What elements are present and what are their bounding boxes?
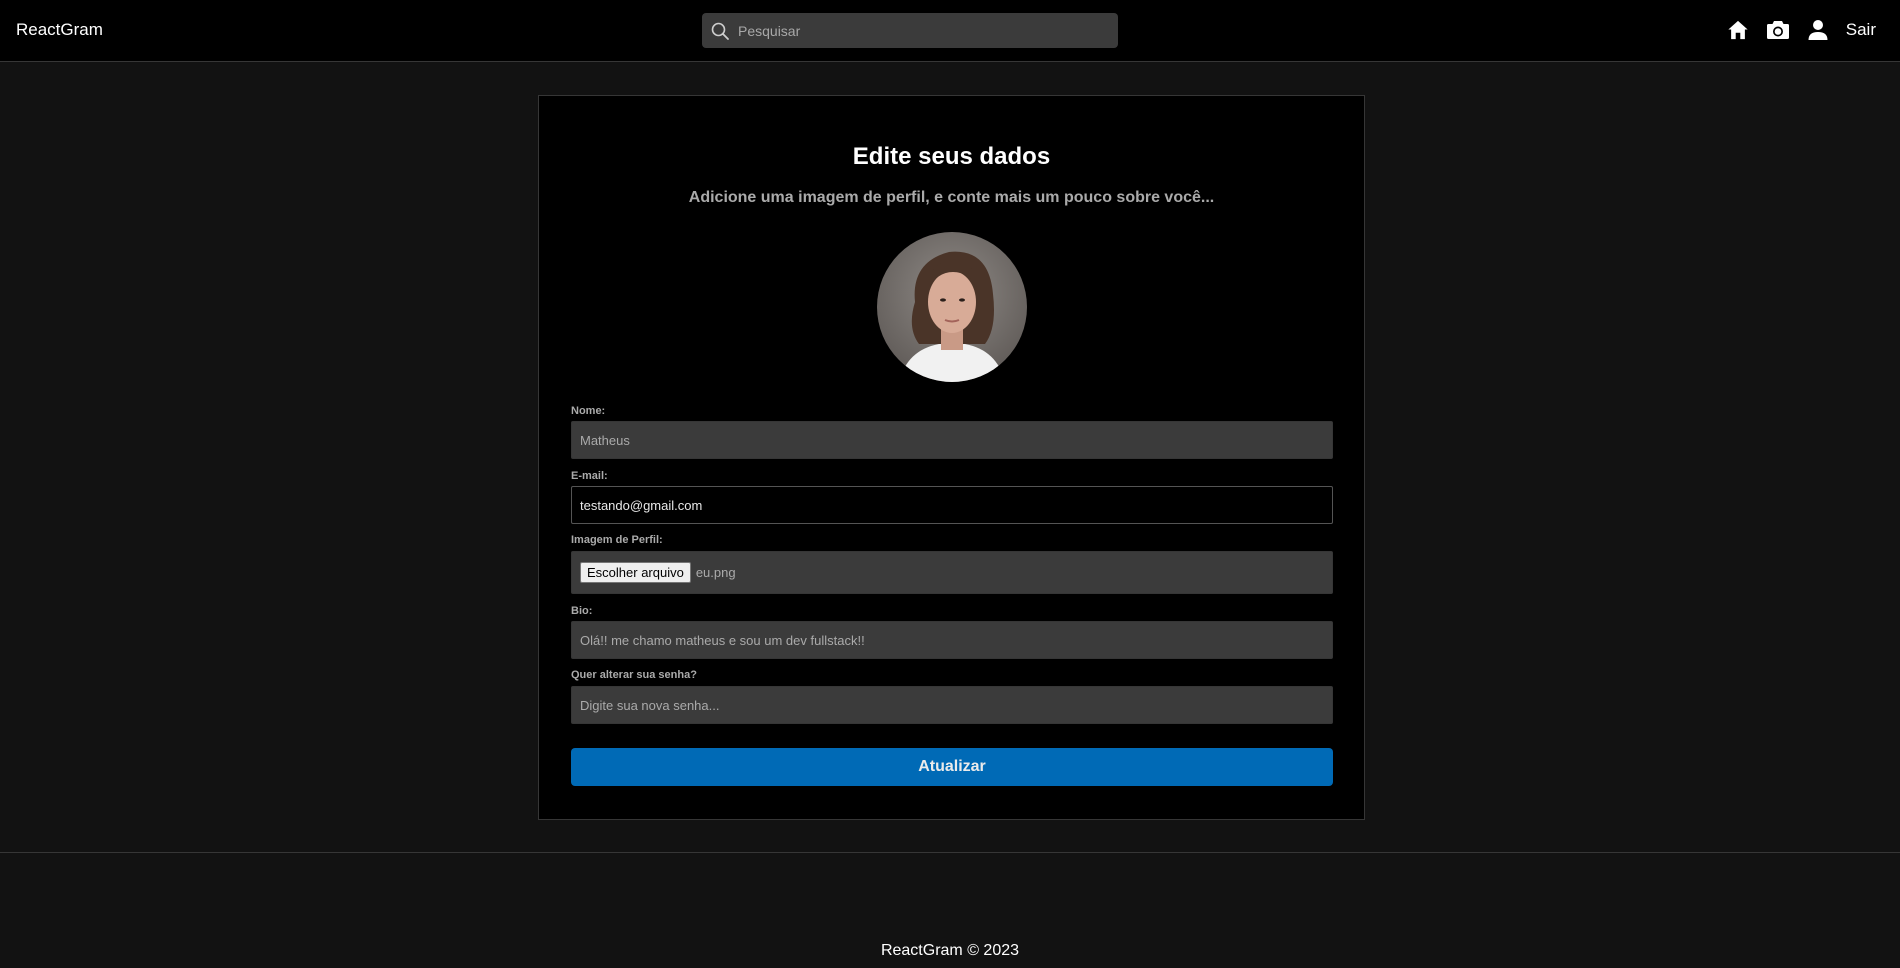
profile-image-label: Imagem de Perfil: — [571, 534, 663, 546]
name-input[interactable] — [571, 421, 1333, 459]
update-button[interactable]: Atualizar — [571, 748, 1333, 786]
user-icon[interactable] — [1806, 18, 1830, 42]
page-subtitle: Adicione uma imagem de perfil, e conte m… — [688, 189, 1215, 206]
chosen-file-name: eu.png — [695, 565, 736, 580]
email-input[interactable] — [571, 486, 1333, 524]
edit-profile-card: Edite seus dados Adicione uma imagem de … — [538, 95, 1365, 820]
camera-icon[interactable] — [1766, 18, 1790, 42]
nav-links: Sair — [1710, 18, 1876, 42]
page-title: Edite seus dados — [852, 143, 1051, 170]
bio-label: Bio: — [571, 605, 593, 617]
password-input[interactable] — [571, 686, 1333, 724]
footer-copyright: ReactGram © 2023 — [880, 942, 1020, 959]
choose-file-button[interactable]: Escolher arquivo — [580, 562, 691, 583]
email-label: E-mail: — [571, 470, 608, 482]
search-icon — [711, 22, 729, 40]
name-label: Nome: — [571, 405, 606, 417]
navbar: ReactGram Sair — [0, 0, 1900, 62]
brand-logo-link[interactable]: ReactGram — [16, 20, 103, 40]
house-icon[interactable] — [1726, 18, 1750, 42]
password-label: Quer alterar sua senha? — [571, 669, 697, 681]
footer: ReactGram © 2023 — [0, 852, 1900, 968]
bio-input[interactable] — [571, 621, 1333, 659]
logout-link[interactable]: Sair — [1846, 18, 1876, 42]
profile-image-input[interactable]: Escolher arquivo eu.png — [571, 551, 1333, 594]
search-input[interactable] — [736, 13, 1106, 48]
search-form — [702, 13, 1118, 48]
profile-avatar — [877, 232, 1027, 382]
